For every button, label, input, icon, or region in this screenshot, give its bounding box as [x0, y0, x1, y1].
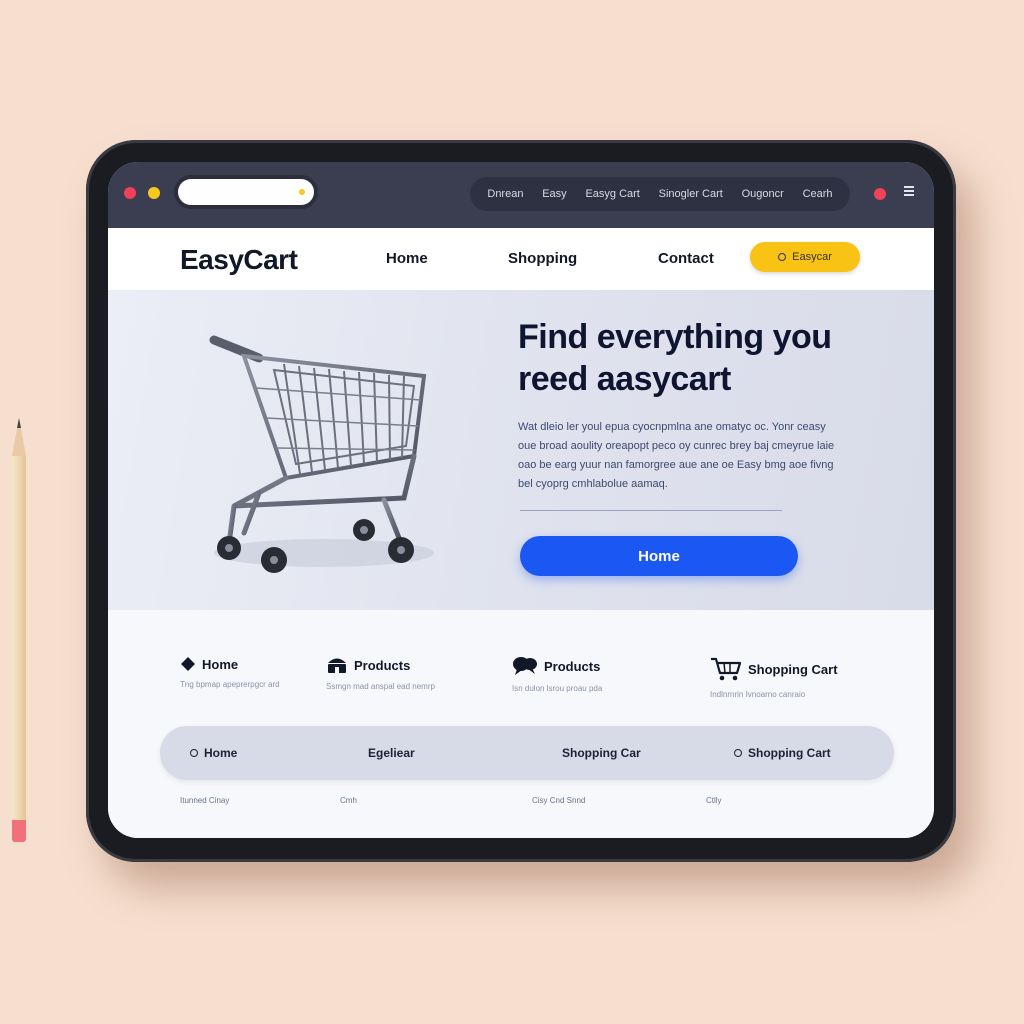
diamond-icon	[181, 657, 195, 671]
hero-title: Find everything you reed aasycart	[518, 318, 832, 398]
tablet-frame: Dnrean Easy Easyg Cart Sinogler Cart Oug…	[86, 140, 956, 862]
footer-link-label: Itunned Cinay	[180, 796, 230, 805]
browser-toolbar: Dnrean Easy Easyg Cart Sinogler Cart Oug…	[108, 162, 934, 228]
quick-nav-bar: Home Egeliear Shopping Car Shopping Cart	[160, 726, 894, 780]
feature-caption: Indlnrnrin Ivnoarno canraio	[710, 690, 806, 699]
footer-link[interactable]: Cmh	[340, 796, 357, 805]
feature-caption: Ssmgn mad anspal ead nemrp	[326, 682, 435, 691]
feature-caption: Tng bpmap apeprerpgcr ard	[180, 680, 280, 689]
footer-link-label: Cisy Cnd Snnd	[532, 796, 586, 805]
feature-label: Products	[544, 658, 601, 674]
browser-nav-item[interactable]: Sinogler Cart	[659, 188, 723, 200]
browser-nav-item[interactable]: Easyg Cart	[585, 188, 639, 200]
browser-nav-item[interactable]: Dnrean	[487, 188, 523, 200]
feature-label: Shopping Cart	[748, 661, 838, 677]
browser-nav-bar: Dnrean Easy Easyg Cart Sinogler Cart Oug…	[470, 177, 850, 211]
feature-card[interactable]: Shopping Cart Indlnrnrin Ivnoarno canrai…	[710, 656, 838, 699]
browser-nav-item[interactable]: Easy	[542, 188, 566, 200]
hero-section: Find everything you reed aasycart Wat dl…	[108, 290, 934, 610]
quick-nav-label: Shopping Cart	[748, 746, 831, 760]
footer-link[interactable]: Ctlly	[706, 796, 722, 805]
footer-link-label: Cmh	[340, 796, 357, 805]
hero-description: Wat dleio ler youl epua cyocnpmlna ane o…	[518, 421, 835, 490]
quick-nav-item[interactable]: Egeliear	[368, 746, 415, 760]
footer-link[interactable]: Cisy Cnd Snnd	[532, 796, 585, 805]
chat-bubbles-icon	[513, 657, 537, 675]
address-bar[interactable]	[178, 179, 314, 205]
quick-nav-item[interactable]: Home	[190, 746, 237, 760]
store-icon	[328, 658, 346, 673]
circle-icon	[734, 749, 742, 757]
header-cta-button[interactable]: Easycar	[750, 242, 860, 272]
nav-shopping-link[interactable]: Shopping	[508, 250, 577, 267]
hamburger-menu-icon[interactable]	[904, 186, 914, 196]
feature-label: Products	[354, 657, 411, 673]
quick-nav-item[interactable]: Shopping Car	[562, 746, 641, 760]
features-section: Home Tng bpmap apeprerpgcr ard Products …	[108, 610, 934, 838]
window-close-dot[interactable]	[124, 187, 136, 199]
window-minimize-dot[interactable]	[148, 187, 160, 199]
quick-nav-label: Egeliear	[368, 746, 415, 760]
header-cta-label: Easycar	[792, 251, 832, 263]
tablet-screen: Dnrean Easy Easyg Cart Sinogler Cart Oug…	[108, 162, 934, 838]
hero-primary-button[interactable]: Home	[520, 536, 798, 576]
shopping-cart-icon	[711, 657, 742, 681]
record-dot-icon[interactable]	[874, 188, 886, 200]
nav-home-link[interactable]: Home	[386, 250, 428, 267]
footer-link-label: Ctlly	[706, 796, 722, 805]
feature-card[interactable]: Home Tng bpmap apeprerpgcr ard	[180, 656, 280, 690]
circle-icon	[778, 253, 787, 261]
circle-icon	[190, 749, 198, 757]
hero-divider	[520, 510, 782, 511]
quick-nav-label: Home	[204, 746, 238, 760]
site-header: EasyCart Home Shopping Contact Easycar	[108, 228, 934, 290]
shopping-cart-illustration	[209, 335, 434, 573]
browser-nav-item[interactable]: Ougoncr	[742, 188, 784, 200]
quick-nav-item[interactable]: Shopping Cart	[734, 746, 831, 760]
address-bar-indicator-icon	[299, 189, 305, 195]
feature-caption: Isn dulon lsrou proau pda	[512, 684, 603, 693]
quick-nav-label: Shopping Car	[562, 746, 641, 760]
pencil-decoration	[8, 418, 30, 842]
site-logo[interactable]: EasyCart	[180, 244, 298, 276]
footer-link[interactable]: Itunned Cinay	[180, 796, 229, 805]
feature-card[interactable]: Products Ssmgn mad anspal ead nemrp	[326, 656, 435, 692]
browser-nav-item[interactable]: Cearh	[803, 188, 833, 200]
nav-contact-link[interactable]: Contact	[658, 250, 714, 267]
feature-card[interactable]: Products Isn dulon lsrou proau pda	[512, 656, 602, 693]
feature-label: Home	[202, 656, 239, 672]
